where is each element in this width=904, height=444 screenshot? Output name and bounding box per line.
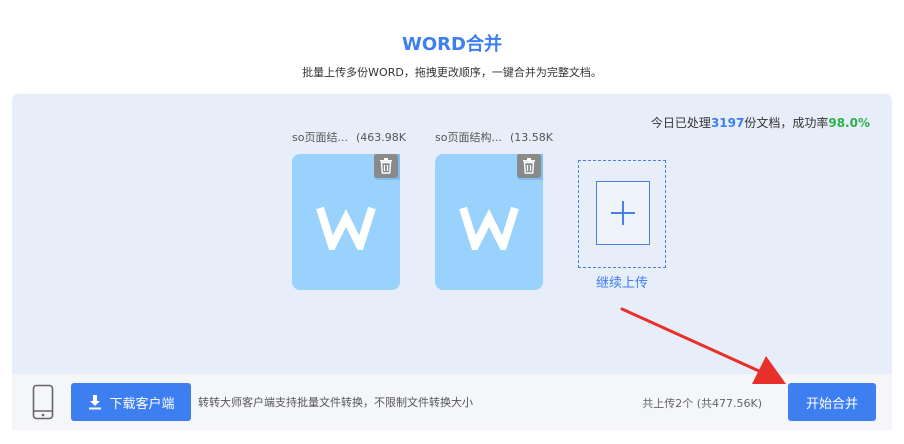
stats-middle: 份文档，成功率 (744, 116, 829, 130)
download-client-button[interactable]: 下载客户端 (71, 383, 191, 421)
delete-file-button[interactable] (374, 154, 398, 178)
upload-total: 共上传2个 (共477.56K) (642, 397, 762, 410)
file-card[interactable]: so页面结构... (13.58K (435, 130, 555, 290)
delete-file-button[interactable] (517, 154, 541, 178)
trash-icon (380, 158, 392, 174)
plus-icon (611, 201, 635, 225)
stats-prefix: 今日已处理 (650, 116, 711, 130)
add-file-tile[interactable] (596, 181, 650, 245)
start-merge-button[interactable]: 开始合并 (788, 383, 876, 421)
download-client-label: 下载客户端 (109, 396, 175, 412)
file-name: so页面结构... (435, 131, 502, 144)
action-footer: 下载客户端 转转大师客户端支持批量文件转换，不限制文件转换大小 共上传2个 (共… (12, 374, 892, 430)
file-size: (463.98K (355, 131, 406, 144)
file-name: so页面结... (292, 131, 348, 144)
file-size: (13.58K (509, 131, 553, 144)
file-name-row: so页面结... (463.98K (292, 130, 412, 146)
phone-icon (32, 384, 54, 420)
client-note: 转转大师客户端支持批量文件转换，不限制文件转换大小 (198, 396, 473, 409)
page-subtitle: 批量上传多份WORD，拖拽更改顺序，一键合并为完整文档。 (302, 66, 602, 79)
continue-upload-label[interactable]: 继续上传 (578, 272, 666, 291)
stats-rate: 98.0% (828, 116, 870, 130)
file-card[interactable]: so页面结... (463.98K (292, 130, 412, 290)
continue-upload-button[interactable] (578, 160, 666, 268)
file-name-row: so页面结构... (13.58K (435, 130, 555, 146)
page-title: WORD合并 (402, 34, 502, 55)
stats-count: 3197 (710, 116, 745, 130)
upload-panel: 今日已处理3197份文档，成功率98.0% so页面结... (463.98K s… (12, 94, 892, 374)
trash-icon (523, 158, 535, 174)
download-icon (89, 395, 102, 410)
processing-stats: 今日已处理3197份文档，成功率98.0% (651, 114, 870, 131)
